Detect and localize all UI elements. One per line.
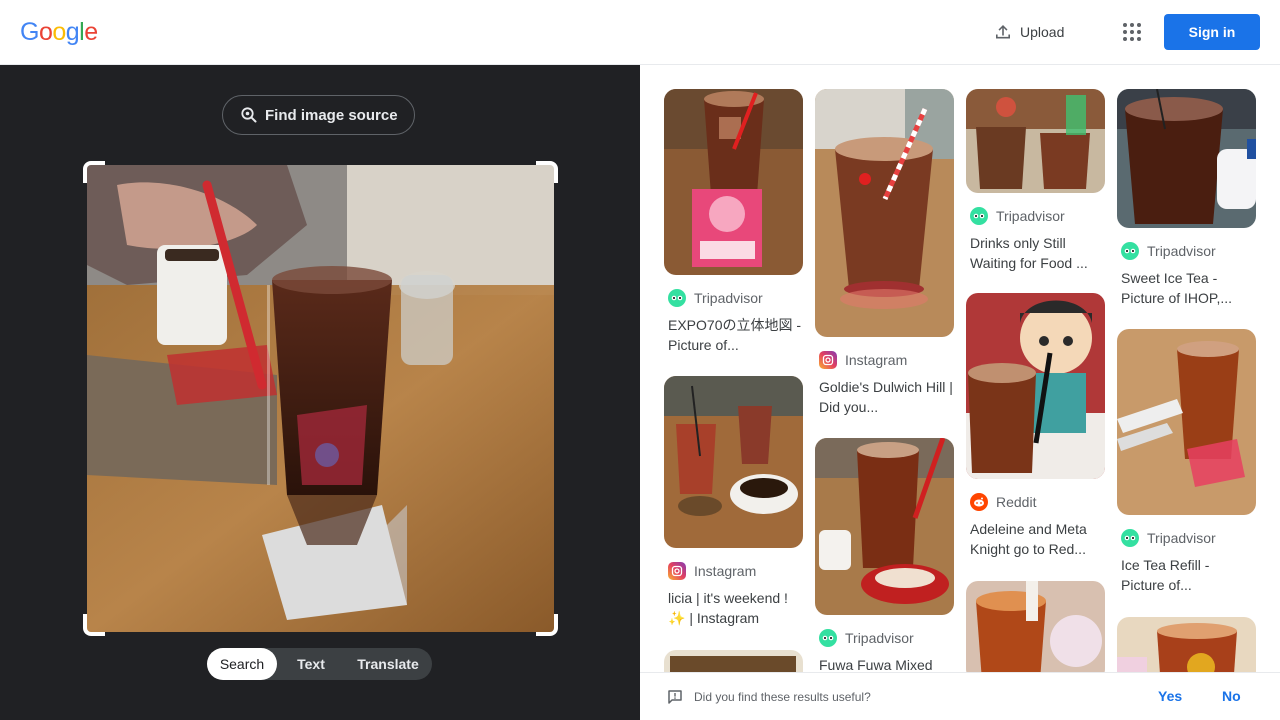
result-card[interactable]: Reddit Adeleine and Meta Knight go to Re… xyxy=(966,293,1105,559)
results-column: Tripadvisor Drinks only Still Waiting fo… xyxy=(966,89,1105,672)
result-title[interactable]: Ice Tea Refill - Picture of... xyxy=(1117,555,1256,595)
result-thumbnail[interactable] xyxy=(966,293,1105,479)
logo-letter: G xyxy=(20,18,39,46)
result-source-name: Instagram xyxy=(845,352,908,368)
result-card[interactable]: Tripadvisor Ice Tea Refill - Picture of.… xyxy=(1117,329,1256,595)
result-source[interactable]: Tripadvisor xyxy=(1117,529,1256,547)
result-thumbnail[interactable] xyxy=(664,650,803,672)
apps-grid-icon[interactable] xyxy=(1116,16,1148,48)
tripadvisor-icon xyxy=(819,629,837,647)
result-thumbnail[interactable] xyxy=(1117,89,1256,228)
result-card[interactable] xyxy=(966,581,1105,672)
upload-button[interactable]: Upload xyxy=(984,14,1074,50)
logo-letter: g xyxy=(65,18,80,46)
result-card[interactable]: Tripadvisor Drinks only Still Waiting fo… xyxy=(966,89,1105,273)
result-source-name: Instagram xyxy=(694,563,757,579)
result-source-name: Tripadvisor xyxy=(845,630,914,646)
tripadvisor-icon xyxy=(1121,242,1139,260)
result-source-name: Tripadvisor xyxy=(1147,530,1216,546)
feedback-bar: Did you find these results useful? Yes N… xyxy=(640,672,1280,720)
top-bar: Google Upload Sign in xyxy=(0,0,1280,65)
upload-icon xyxy=(996,25,1010,39)
result-card[interactable]: Tripadvisor EXPO70の立体地図 - Picture of... xyxy=(664,89,803,355)
result-card[interactable]: Instagram Goldie's Dulwich Hill | Did yo… xyxy=(815,89,954,417)
result-title[interactable]: Drinks only Still Waiting for Food ... xyxy=(966,233,1105,273)
result-card[interactable]: Tripadvisor Fuwa Fuwa Mixed xyxy=(815,438,954,672)
result-source[interactable]: Tripadvisor xyxy=(1117,242,1256,260)
crop-handle-bottom-right[interactable] xyxy=(536,614,558,636)
result-card[interactable] xyxy=(664,650,803,672)
reddit-icon xyxy=(970,493,988,511)
result-card[interactable]: Tripadvisor Sweet Ice Tea - Picture of I… xyxy=(1117,89,1256,308)
crop-handle-bottom-left[interactable] xyxy=(83,614,105,636)
feedback-icon xyxy=(668,690,682,704)
result-source[interactable]: Tripadvisor xyxy=(664,289,803,307)
lens-search-icon xyxy=(241,107,257,123)
result-thumbnail[interactable] xyxy=(1117,617,1256,672)
result-title[interactable]: Fuwa Fuwa Mixed xyxy=(815,655,954,672)
mode-translate-tab[interactable]: Translate xyxy=(345,648,431,680)
result-source-name: Reddit xyxy=(996,494,1037,510)
result-title[interactable]: EXPO70の立体地図 - Picture of... xyxy=(664,315,803,355)
logo-letter: o xyxy=(38,18,53,46)
result-thumbnail[interactable] xyxy=(815,89,954,337)
result-card[interactable]: Instagram licia | it's weekend ! ✨ | Ins… xyxy=(664,376,803,628)
results-column: Instagram Goldie's Dulwich Hill | Did yo… xyxy=(815,89,954,672)
result-source[interactable]: Instagram xyxy=(815,351,954,369)
result-thumbnail[interactable] xyxy=(966,89,1105,193)
mode-search-tab[interactable]: Search xyxy=(207,648,277,680)
result-title[interactable]: licia | it's weekend ! ✨ | Instagram xyxy=(664,588,803,628)
logo-letter: o xyxy=(52,18,66,46)
result-thumbnail[interactable] xyxy=(966,581,1105,672)
instagram-icon xyxy=(819,351,837,369)
result-source[interactable]: Tripadvisor xyxy=(966,207,1105,225)
result-title[interactable]: Adeleine and Meta Knight go to Red... xyxy=(966,519,1105,559)
result-thumbnail[interactable] xyxy=(815,438,954,615)
crop-handle-top-right[interactable] xyxy=(536,161,558,183)
upload-label: Upload xyxy=(1020,24,1065,40)
mode-text-tab[interactable]: Text xyxy=(277,648,345,680)
logo-letter: e xyxy=(84,18,98,46)
google-logo[interactable]: Google xyxy=(20,18,98,47)
results-column: Tripadvisor EXPO70の立体地図 - Picture of... … xyxy=(664,89,803,672)
result-source[interactable]: Tripadvisor xyxy=(815,629,954,647)
tripadvisor-icon xyxy=(1121,529,1139,547)
feedback-question: Did you find these results useful? xyxy=(694,690,871,704)
find-image-source-label: Find image source xyxy=(265,106,398,124)
result-thumbnail[interactable] xyxy=(664,89,803,275)
result-thumbnail[interactable] xyxy=(1117,329,1256,515)
query-image xyxy=(87,165,554,632)
results-column: Tripadvisor Sweet Ice Tea - Picture of I… xyxy=(1117,89,1256,672)
crop-handle-top-left[interactable] xyxy=(83,161,105,183)
result-source-name: Tripadvisor xyxy=(694,290,763,306)
lens-mode-switcher: Search Text Translate xyxy=(207,648,432,680)
result-title[interactable]: Sweet Ice Tea - Picture of IHOP,... xyxy=(1117,268,1256,308)
result-source-name: Tripadvisor xyxy=(996,208,1065,224)
find-image-source-button[interactable]: Find image source xyxy=(222,95,415,135)
tripadvisor-icon xyxy=(668,289,686,307)
result-source-name: Tripadvisor xyxy=(1147,243,1216,259)
result-source[interactable]: Instagram xyxy=(664,562,803,580)
lens-query-panel: Find image source Search Text Translate xyxy=(0,65,640,720)
feedback-no-button[interactable]: No xyxy=(1222,688,1241,704)
result-title[interactable]: Goldie's Dulwich Hill | Did you... xyxy=(815,377,954,417)
sign-in-button[interactable]: Sign in xyxy=(1164,14,1260,50)
feedback-yes-button[interactable]: Yes xyxy=(1158,688,1182,704)
result-thumbnail[interactable] xyxy=(664,376,803,548)
result-source[interactable]: Reddit xyxy=(966,493,1105,511)
result-card[interactable] xyxy=(1117,617,1256,672)
selection-frame[interactable] xyxy=(83,161,558,636)
visual-matches-panel: Tripadvisor EXPO70の立体地図 - Picture of... … xyxy=(640,65,1280,672)
tripadvisor-icon xyxy=(970,207,988,225)
instagram-icon xyxy=(668,562,686,580)
